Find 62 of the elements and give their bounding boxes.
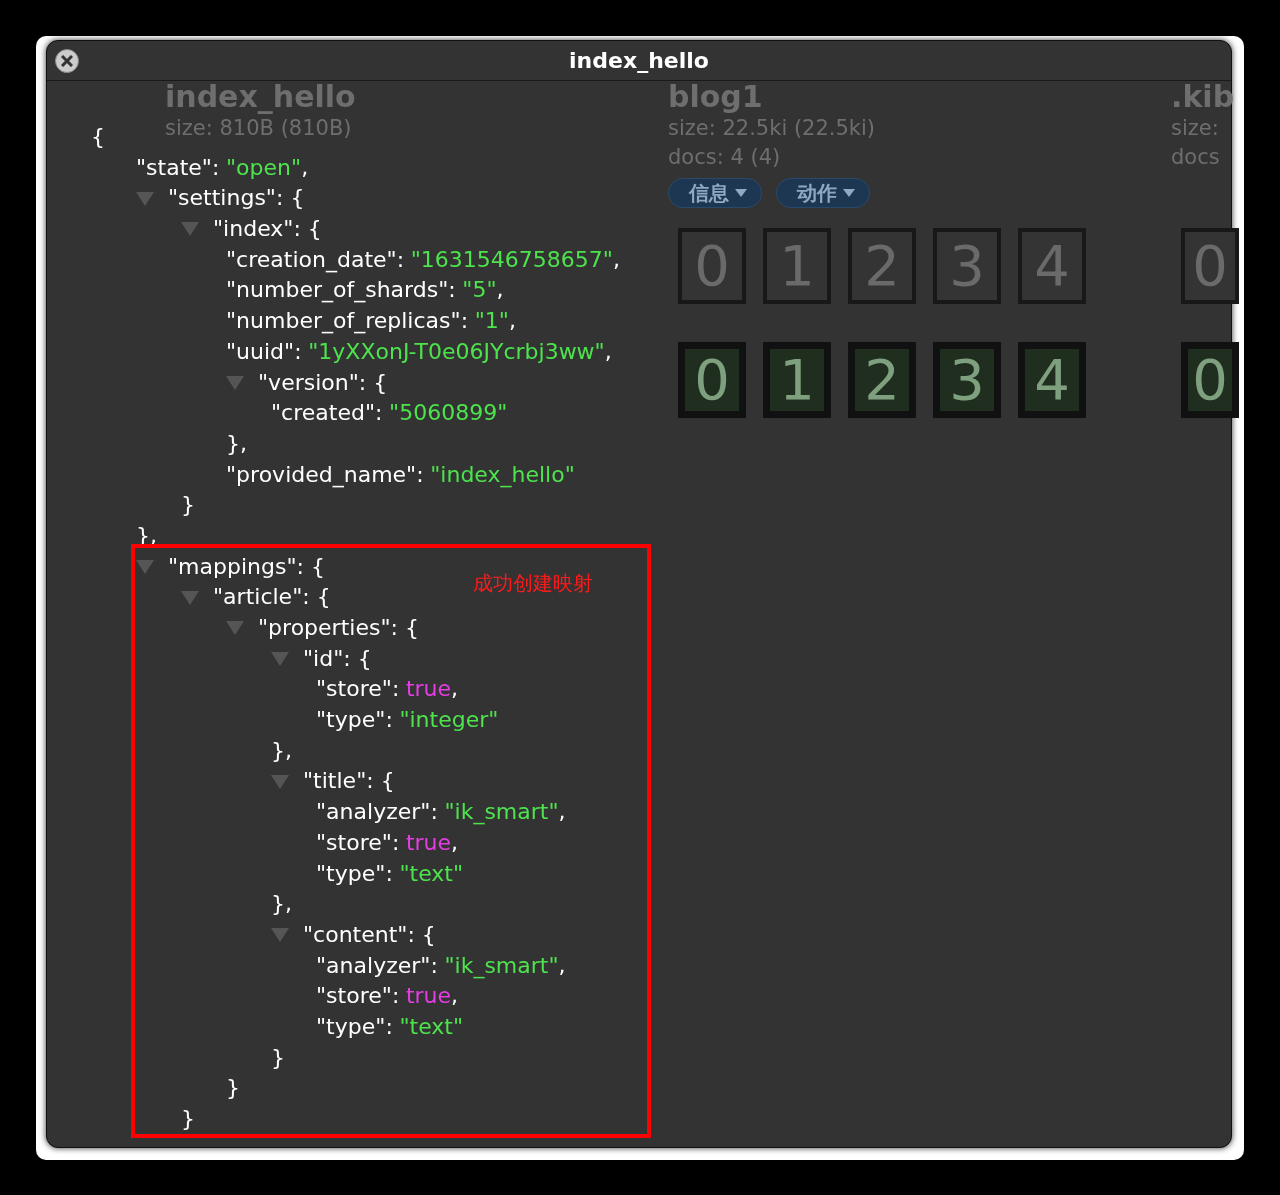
json-line: "uuid": "1yXXonJ-T0e06JYcrbj3ww", — [226, 337, 612, 366]
json-line: "store": true, — [316, 982, 459, 1011]
index-docs: docs — [1171, 144, 1220, 171]
json-line: "title": { — [303, 767, 395, 796]
annotation-text: 成功创建映射 — [473, 570, 593, 597]
collapse-triangle-icon[interactable] — [271, 928, 289, 943]
shard-tile[interactable]: 2 — [848, 342, 916, 418]
index-size: size: 22.5ki (22.5ki) — [668, 115, 876, 142]
json-line: "analyzer": "ik_smart", — [316, 798, 566, 827]
caret-icon — [843, 189, 855, 197]
json-line: "version": { — [258, 368, 388, 397]
json-line: "settings": { — [168, 184, 305, 213]
json-line: "store": true, — [316, 828, 459, 857]
index-size: size: 810B (810B) — [165, 115, 352, 142]
collapse-triangle-icon[interactable] — [136, 191, 154, 206]
json-line: "creation_date": "1631546758657", — [226, 245, 620, 275]
shard-tile[interactable]: 4 — [1018, 342, 1086, 418]
dialog-title: index_hello — [569, 48, 709, 73]
index-name: index_hello — [165, 80, 356, 114]
json-line: "properties": { — [258, 614, 419, 642]
json-line: "article": { — [213, 583, 331, 612]
json-line: "content": { — [303, 920, 436, 949]
collapse-triangle-icon[interactable] — [271, 652, 289, 667]
shard-tile[interactable]: 0 — [678, 342, 746, 418]
index-name: blog1 — [668, 80, 763, 114]
json-line: } — [181, 1105, 195, 1133]
json-line: } — [271, 1043, 285, 1072]
json-line: "type": "text" — [316, 1012, 464, 1041]
shard-tile[interactable]: 1 — [763, 342, 831, 418]
json-line: "number_of_replicas": "1", — [226, 307, 516, 336]
collapse-triangle-icon[interactable] — [226, 375, 244, 390]
json-line: "id": { — [303, 644, 372, 673]
index-size: size: — [1171, 115, 1219, 142]
shard-tile[interactable]: 3 — [933, 342, 1001, 418]
json-line: } — [181, 491, 195, 520]
json-line: "type": "integer" — [316, 706, 499, 735]
json-line: "created": "5060899" — [271, 399, 508, 428]
collapse-triangle-icon[interactable] — [271, 774, 289, 789]
collapse-triangle-icon[interactable] — [136, 559, 154, 574]
json-line: }, — [226, 429, 247, 458]
json-line: }, — [271, 736, 292, 765]
json-line: "type": "text" — [316, 859, 464, 888]
collapse-triangle-icon[interactable] — [181, 222, 199, 237]
close-icon — [61, 55, 73, 67]
dropdown-button[interactable]: 动作 — [776, 178, 870, 208]
json-line: } — [226, 1074, 240, 1103]
collapse-triangle-icon[interactable] — [226, 621, 244, 636]
json-line: "number_of_shards": "5", — [226, 276, 504, 305]
json-line: { — [91, 123, 105, 151]
index-docs: docs: 4 (4) — [668, 144, 781, 171]
json-line: "index": { — [213, 215, 322, 244]
json-line: "mappings": { — [168, 552, 325, 581]
json-line: "analyzer": "ik_smart", — [316, 951, 566, 981]
json-line: "state": "open", — [136, 153, 309, 182]
collapse-triangle-icon[interactable] — [181, 590, 199, 605]
json-line: }, — [271, 890, 292, 919]
shard-tile[interactable]: 0 — [1181, 342, 1239, 418]
caret-icon — [735, 189, 747, 197]
close-button[interactable] — [55, 49, 79, 73]
json-line: "store": true, — [316, 675, 459, 704]
json-line: "provided_name": "index_hello" — [226, 460, 575, 490]
dropdown-button[interactable]: 信息 — [668, 178, 762, 208]
